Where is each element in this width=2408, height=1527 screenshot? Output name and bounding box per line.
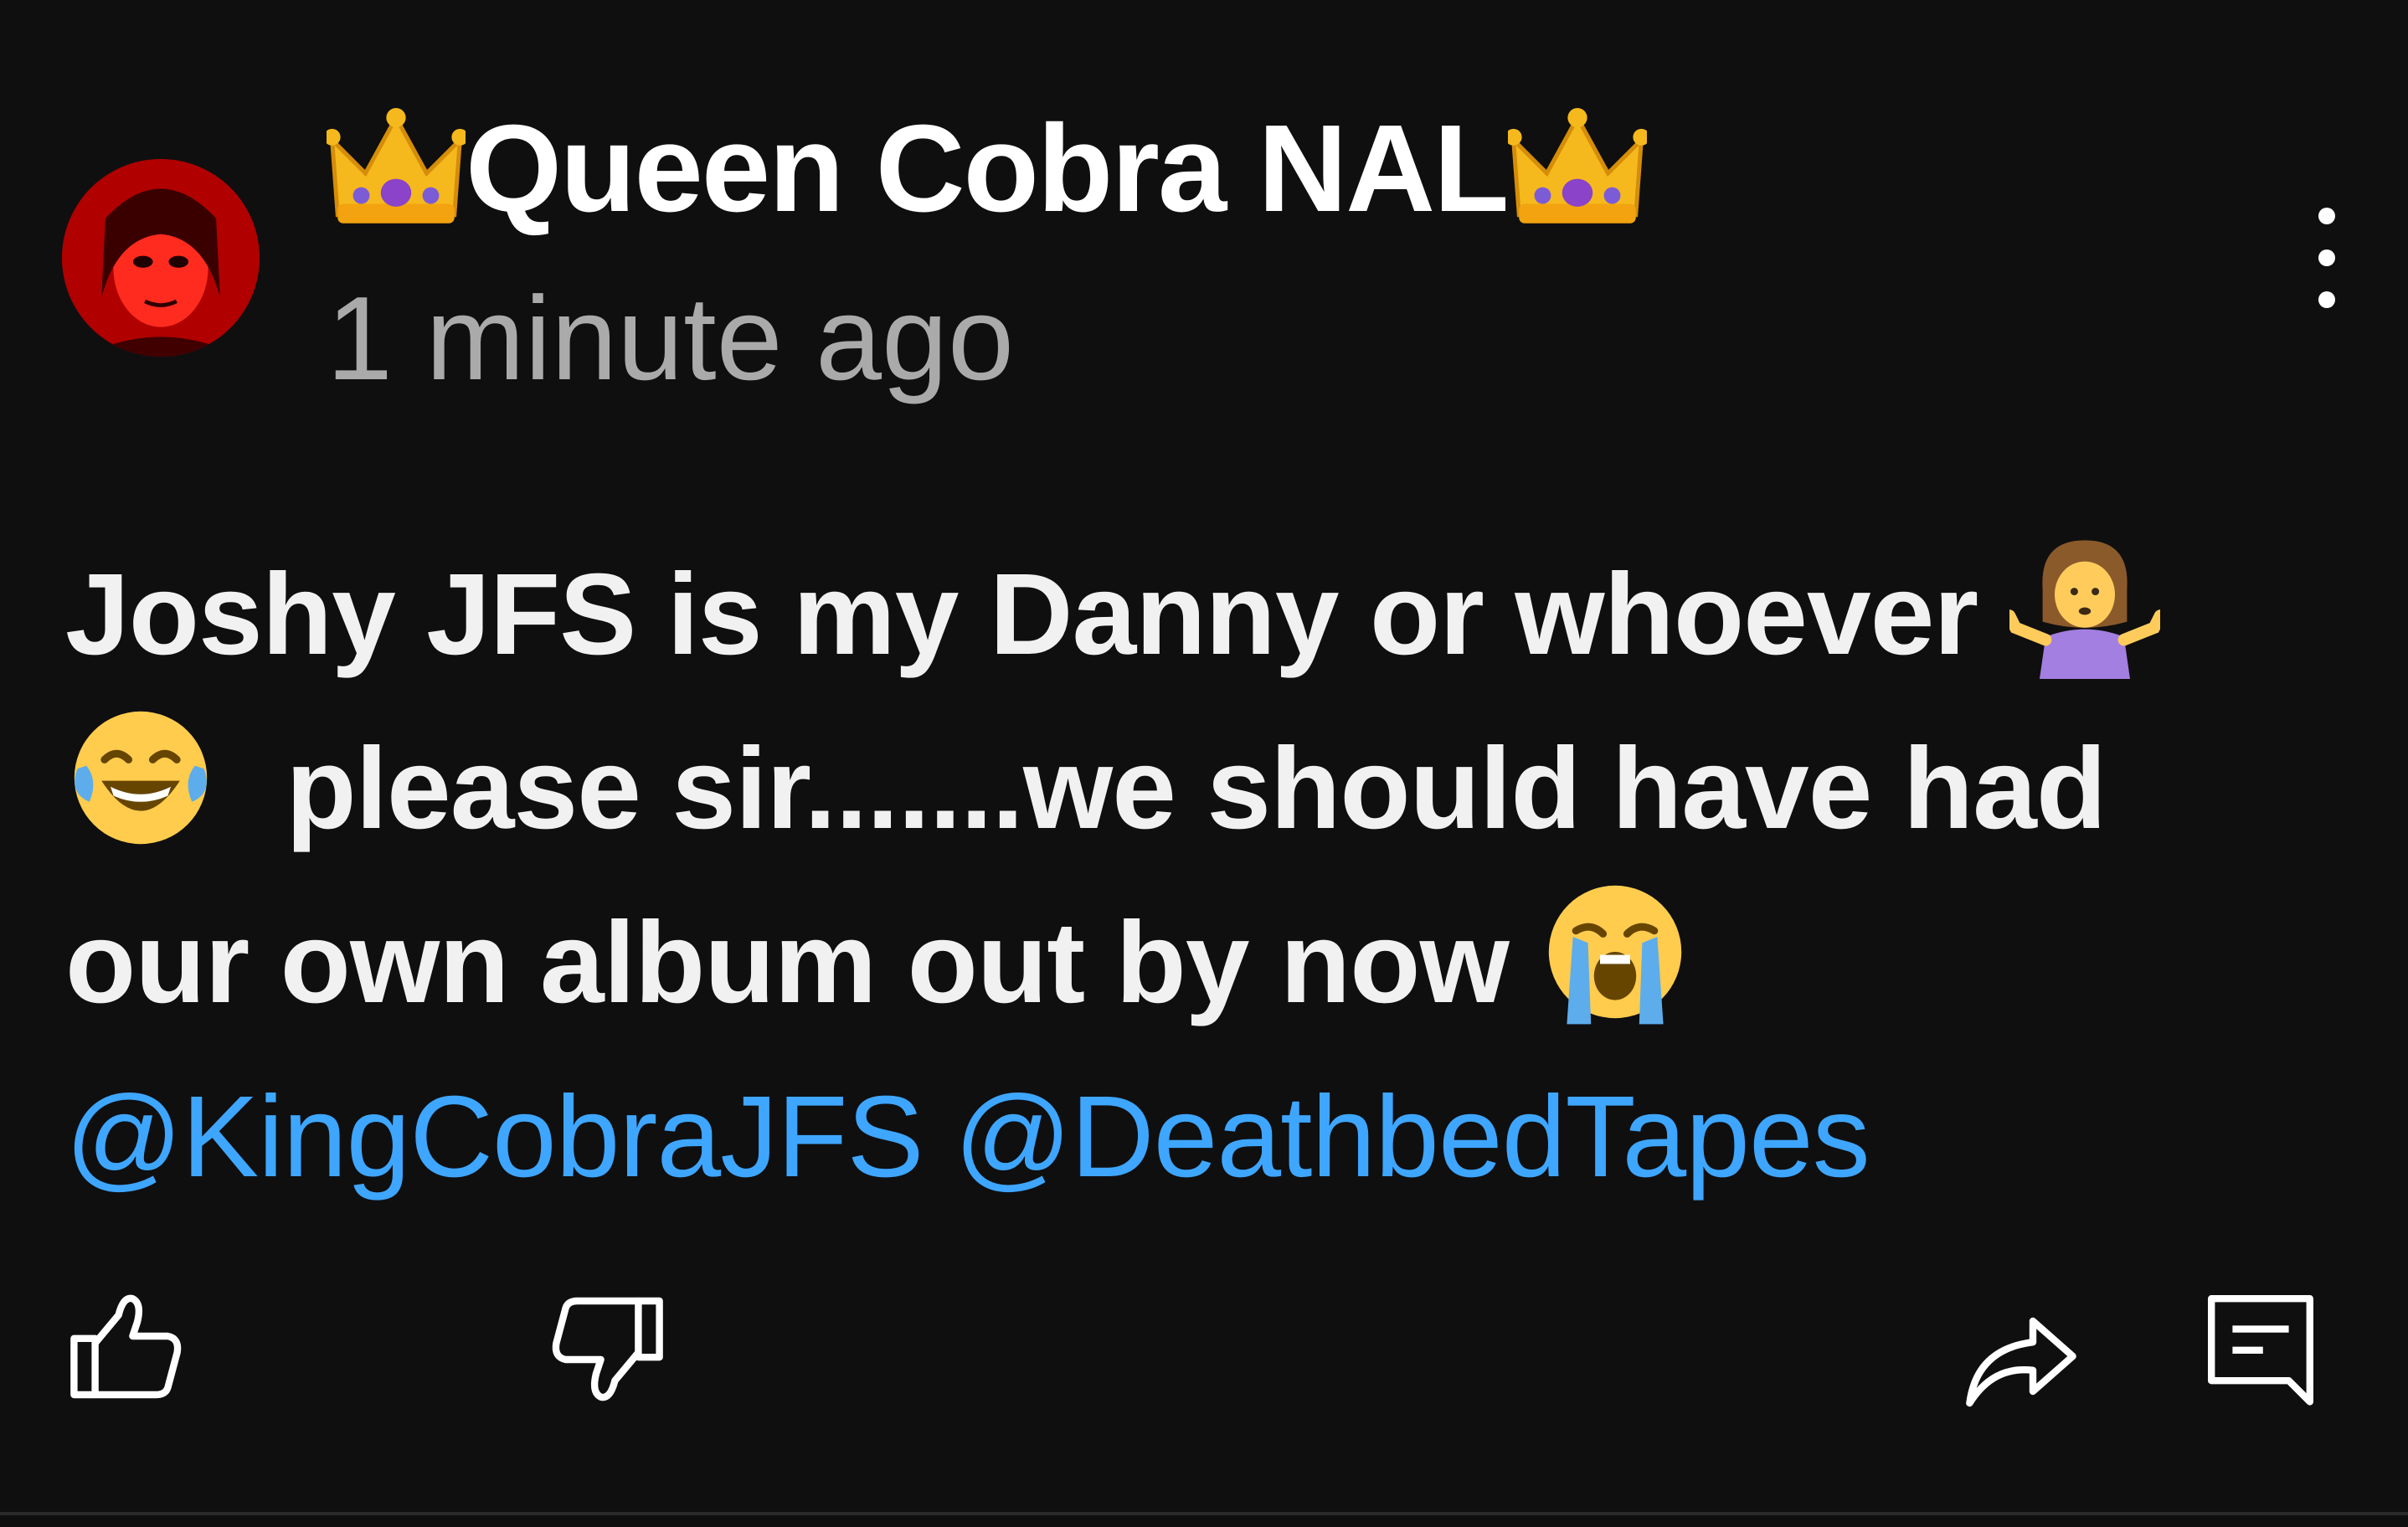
comment-header: Queen Cobra NAL 1 minute ago [327, 94, 1647, 402]
menu-dot [2318, 291, 2335, 308]
comment-actions [0, 1289, 2408, 1423]
author-name[interactable]: Queen Cobra NAL [327, 94, 1647, 244]
mention-link[interactable]: @DeathbedTapes [954, 1072, 1870, 1201]
woman-shrugging-emoji-icon [2009, 528, 2160, 679]
divider [0, 1512, 2408, 1515]
crown-emoji-icon [327, 106, 466, 232]
comment-text: Joshy JFS is my Danny or whoever [65, 550, 2009, 679]
comment-line-1: Joshy JFS is my Danny or whoever [65, 527, 2326, 702]
menu-dot [2318, 208, 2335, 224]
comment-body: Joshy JFS is my Danny or whoever please … [65, 527, 2326, 1224]
thumbs-down-icon[interactable] [549, 1289, 666, 1406]
comment-timestamp[interactable]: 1 minute ago [327, 276, 1647, 402]
comment-line-2: please sir.......we should have had [65, 702, 2326, 876]
crown-emoji-icon [1507, 106, 1647, 232]
user-avatar[interactable] [62, 159, 260, 357]
tears-of-joy-emoji-icon [65, 702, 216, 853]
author-name-text: Queen Cobra NAL [466, 100, 1510, 238]
reply-icon[interactable] [2202, 1289, 2319, 1406]
menu-dot [2318, 249, 2335, 266]
loudly-crying-emoji-icon [1540, 877, 1690, 1027]
mention-link[interactable]: @KingCobraJFS [65, 1072, 924, 1201]
share-icon[interactable] [1963, 1298, 2080, 1415]
comment-line-4: @KingCobraJFS @DeathbedTapes [65, 1050, 2326, 1224]
comment-line-3: our own album out by now [65, 876, 2326, 1050]
avatar-image [62, 159, 260, 357]
comment-text: our own album out by now [65, 898, 1541, 1027]
more-vertical-icon[interactable] [2297, 208, 2356, 308]
comment-text: please sir.......we should have had [286, 724, 2107, 853]
thumbs-up-icon[interactable] [67, 1289, 184, 1406]
comment-card: Queen Cobra NAL 1 minute ago Joshy JFS i… [0, 0, 2408, 1527]
